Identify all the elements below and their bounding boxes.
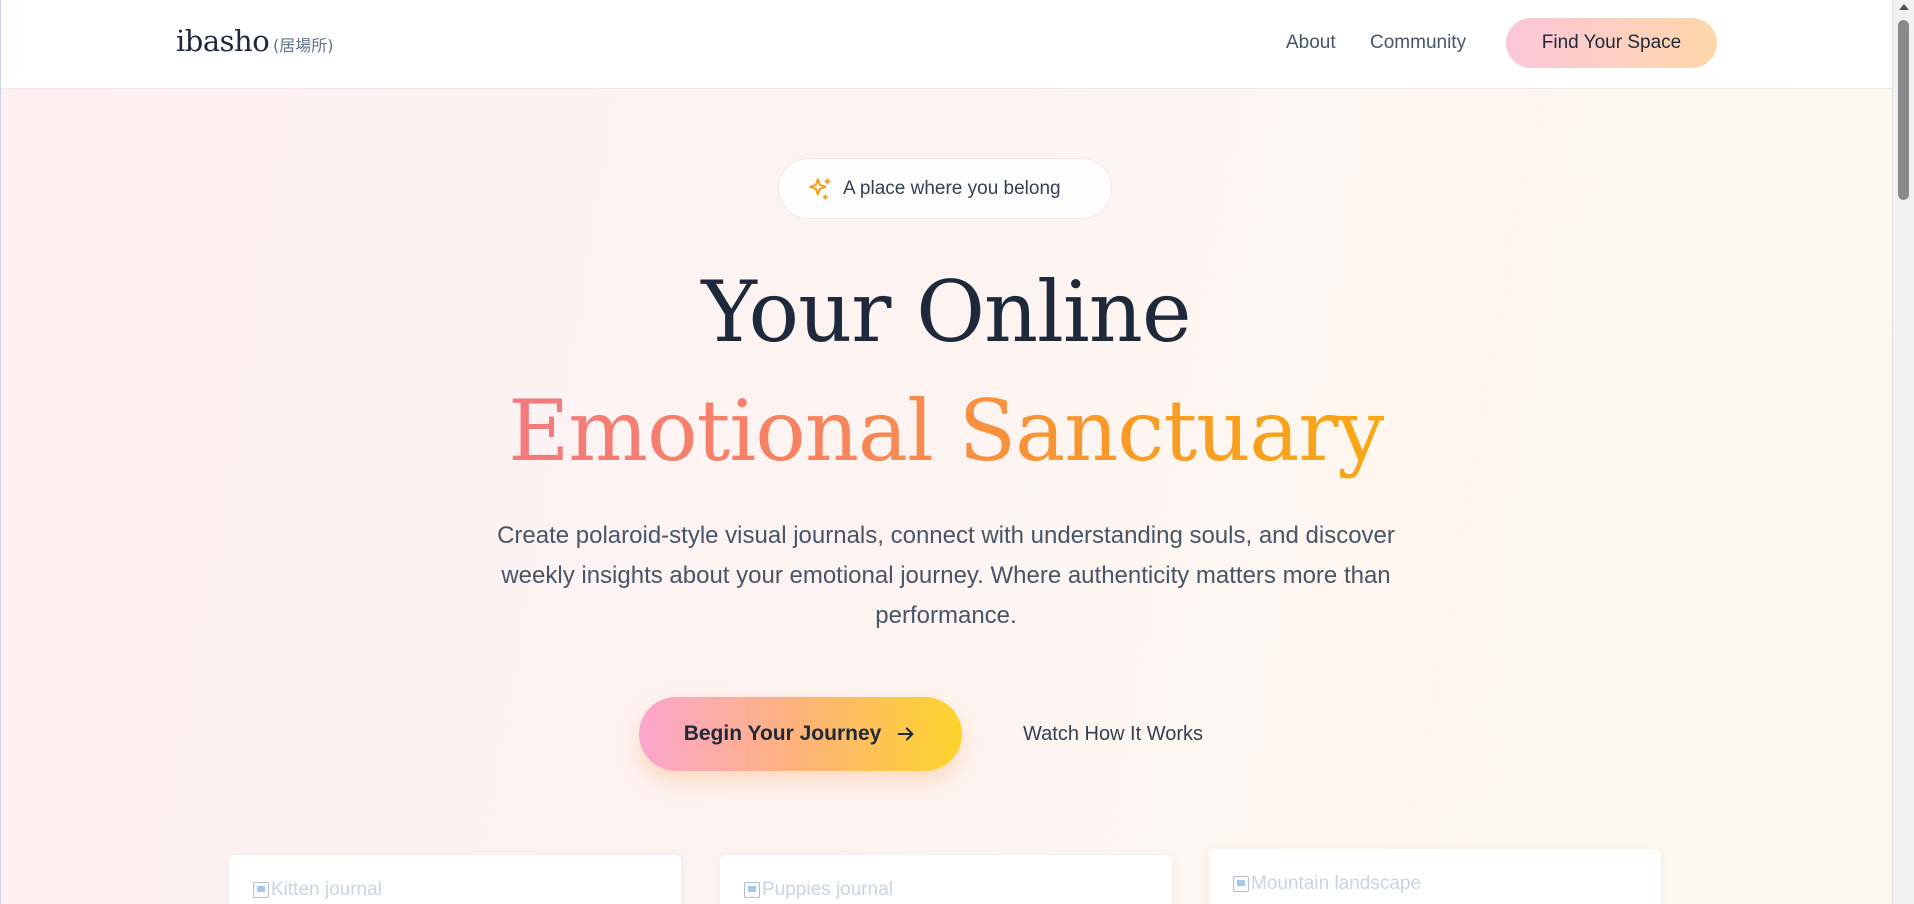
begin-journey-label: Begin Your Journey: [683, 722, 882, 745]
scrollbar-thumb[interactable]: [1898, 20, 1909, 200]
journal-card[interactable]: Mountain landscape: [1209, 849, 1661, 904]
broken-image-icon: [744, 882, 760, 898]
logo[interactable]: ibasho: [176, 24, 270, 58]
find-your-space-label: Find Your Space: [1541, 32, 1682, 53]
card-image-alt: Puppies journal: [762, 879, 893, 900]
card-image: Kitten journal: [253, 875, 382, 904]
broken-image-icon: [1233, 876, 1249, 892]
scroll-up-arrow-icon[interactable]: [1899, 4, 1909, 10]
broken-image-icon: [253, 882, 269, 898]
card-image: Mountain landscape: [1233, 869, 1421, 899]
hero-headline-accent: Emotional Sanctuary: [508, 382, 1385, 480]
sparkles-icon: [809, 178, 831, 200]
logo-subtitle: (居場所): [273, 36, 334, 55]
card-image-alt: Mountain landscape: [1251, 873, 1422, 894]
nav-link-about[interactable]: About: [1286, 32, 1336, 54]
page-scrollbar[interactable]: [1892, 0, 1914, 904]
hero-badge-text: A place where you belong: [843, 178, 1061, 199]
journal-card[interactable]: Kitten journal: [229, 855, 681, 904]
hero-headline-line1: Your Online: [701, 263, 1191, 361]
site-header: ibasho (居場所) About Community Find Your S…: [1, 0, 1892, 89]
begin-journey-button[interactable]: Begin Your Journey: [639, 697, 962, 771]
journal-card[interactable]: Puppies journal: [720, 855, 1172, 904]
hero-headline-line2: Emotional Sanctuary: [0, 376, 1892, 486]
find-your-space-button[interactable]: Find Your Space: [1506, 18, 1717, 68]
nav-link-community[interactable]: Community: [1370, 32, 1466, 54]
hero-badge: A place where you belong: [778, 158, 1112, 219]
hero-description: Create polaroid-style visual journals, c…: [497, 522, 1395, 629]
watch-how-it-works-link[interactable]: Watch How It Works: [1023, 723, 1203, 746]
arrow-right-icon: [897, 727, 914, 741]
card-image: Puppies journal: [744, 875, 893, 904]
card-image-alt: Kitten journal: [271, 879, 382, 900]
